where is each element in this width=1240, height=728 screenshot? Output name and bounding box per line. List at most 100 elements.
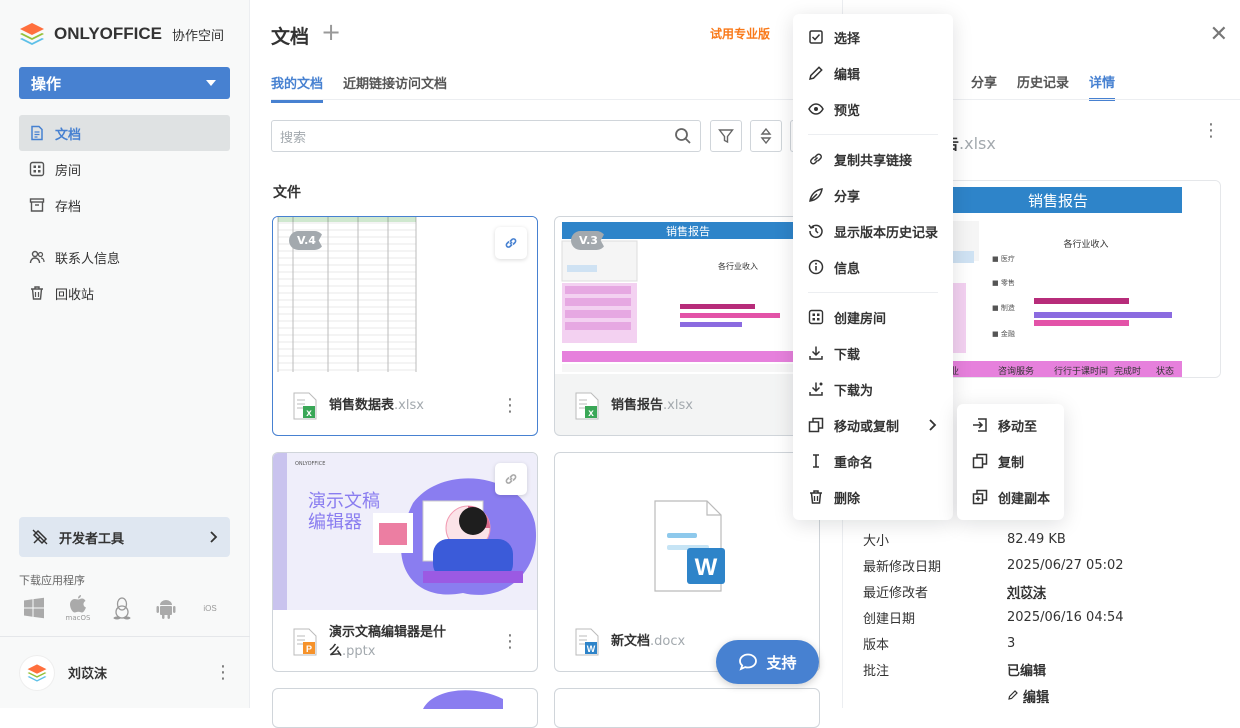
file-properties: 大小 82.49 KB 最新修改日期 2025/06/27 05:02 最近修改者刘… [863,526,1223,708]
divider [271,99,841,100]
file-card-partial[interactable] [554,688,820,728]
checkbox-icon [809,30,823,44]
property-size: 大小 82.49 KB [863,531,1066,549]
move-to-icon [973,418,987,432]
user-name: 刘苡沫 [68,667,108,682]
edit-link[interactable]: 编辑 [1023,686,1049,705]
windows-icon[interactable] [22,594,46,622]
brand-name: ONLYOFFICE [54,24,162,43]
linux-icon[interactable] [110,594,134,622]
sidebar-item-trash[interactable]: 回收站 [19,275,230,311]
sidebar-item-rooms[interactable]: 房间 [19,151,230,187]
download-icon [809,346,823,360]
presentation-file-icon: P [293,628,317,655]
file-name: 演示文稿编辑器是什么.pptx [329,624,447,659]
document-file-icon: W [575,628,599,655]
tab-details[interactable]: 详情 [1089,72,1116,101]
sort-button[interactable] [750,120,782,152]
menu-item-share[interactable]: 分享 [793,177,953,213]
actions-button[interactable]: 操作 [19,67,230,99]
developer-tools-button[interactable]: 开发者工具 [19,517,230,557]
download-as-icon [809,382,823,396]
copy-link-button[interactable] [495,463,527,495]
menu-item-rename[interactable]: 重命名 [793,443,953,479]
trash-icon [810,490,822,504]
file-card-presentation[interactable]: 演示文稿 编辑器 ONLYOFFICE P 演示文稿编辑器是什么.pptx ⋮ [272,452,538,672]
menu-item-preview[interactable]: 预览 [793,91,953,127]
sidebar-item-label: 房间 [55,163,82,179]
property-modified-date: 最新修改日期 2025/06/27 05:02 [863,557,1124,575]
panel-preview: 销售报告 各行业收入 ■ 医疗 ■ 零售 ■ 制造 ■ 金融 业 咨询服务 行行于课时… [943,180,1221,378]
menu-item-info[interactable]: 信息 [793,249,953,285]
menu-item-version-history[interactable]: 显示版本历史记录 [793,213,953,249]
ios-icon[interactable]: iOS [198,594,222,622]
close-icon[interactable]: ✕ [1210,22,1228,47]
section-title-files: 文件 [273,185,301,201]
thumb-report-title: 销售报告 [666,224,710,238]
logo[interactable]: ONLYOFFICE 协作空间 [18,20,224,48]
file-card-new-document[interactable]: W W 新文档.docx [554,452,820,672]
menu-item-create-room[interactable]: 创建房间 [793,299,953,335]
menu-item-select[interactable]: 选择 [793,19,953,55]
menu-divider [808,292,938,293]
svg-text:■ 金融: ■ 金融 [992,329,1015,338]
trial-pro-link[interactable]: 试用专业版 [710,25,770,42]
submenu-item-copy[interactable]: 复制 [957,443,1064,479]
chevron-right-icon [929,419,937,431]
tab-history[interactable]: 历史记录 [1017,72,1069,101]
panel-menu-dots-icon[interactable]: ⋮ [1202,122,1220,140]
file-card-sales-data[interactable]: V.4 x 销售数据表.xlsx ⋮ [272,216,538,436]
submenu-item-duplicate[interactable]: 创建副本 [957,479,1064,515]
edit-comment[interactable]: 编辑 [863,682,1223,708]
file-card-footer: x 销售数据表.xlsx ⋮ [273,374,537,435]
submenu-item-move-to[interactable]: 移动至 [957,407,1064,443]
thumb-pptx-title-2: 编辑器 [308,512,362,533]
svg-text:■ 医疗: ■ 医疗 [992,254,1015,263]
property-comment: 批注 已编辑 [863,663,1047,679]
filter-button[interactable] [710,120,742,152]
onlyoffice-logo-icon [20,23,44,45]
version-badge[interactable]: V.4 [289,231,324,250]
file-menu-dots-icon[interactable]: ⋮ [501,632,519,650]
search-icon[interactable] [674,127,692,145]
copy-link-button[interactable] [495,227,527,259]
search-input[interactable]: 搜索 [271,120,701,152]
android-icon[interactable] [154,594,178,622]
info-panel-tabs: 分享 历史记录 详情 [971,72,1116,101]
thumb-pptx-brand: ONLYOFFICE [295,461,325,467]
copy-icon [972,453,988,469]
pencil-icon [1008,690,1018,700]
menu-item-edit[interactable]: 编辑 [793,55,953,91]
svg-text:■ 制造: ■ 制造 [992,303,1015,312]
menu-item-delete[interactable]: 删除 [793,479,953,515]
caret-down-icon [206,80,216,86]
file-menu-dots-icon[interactable]: ⋮ [501,396,519,414]
user-profile[interactable]: 刘苡沫 ⋮ [0,636,250,708]
eye-icon [808,103,824,115]
user-menu-dots-icon[interactable]: ⋮ [214,663,232,681]
link-icon [810,153,822,165]
rooms-icon [808,309,824,325]
tab-share[interactable]: 分享 [971,72,997,101]
add-plus-icon[interactable]: + [321,18,341,46]
sort-icon [760,128,772,144]
property-modified-by: 最近修改者 刘苡沫 [863,578,1223,604]
sidebar-item-documents[interactable]: 文档 [19,115,230,151]
menu-item-download[interactable]: 下载 [793,335,953,371]
sidebar-item-archive[interactable]: 存档 [19,187,230,223]
svg-text:W: W [587,644,596,654]
menu-item-download-as[interactable]: 下载为 [793,371,953,407]
file-name: 销售数据表.xlsx [329,398,424,413]
menu-item-move-or-copy[interactable]: 移动或复制 [793,407,953,443]
support-button[interactable]: 支持 [716,640,819,684]
thumb-report-chart-title: 各行业收入 [718,261,758,271]
menu-item-copy-share-link[interactable]: 复制共享链接 [793,141,953,177]
macos-icon[interactable]: macOS [66,594,90,622]
file-thumbnail: 销售报告 各行业收入 V.3 [555,217,819,374]
property-version: 版本 3 [863,635,1016,653]
file-card-partial[interactable] [272,688,538,728]
link-icon [505,474,517,484]
file-card-sales-report[interactable]: 销售报告 各行业收入 V.3 x 销售报告.xlsx [554,216,820,436]
sidebar-item-contacts[interactable]: 联系人信息 [19,239,230,275]
modified-by-link[interactable]: 刘苡沫 [1007,582,1046,601]
